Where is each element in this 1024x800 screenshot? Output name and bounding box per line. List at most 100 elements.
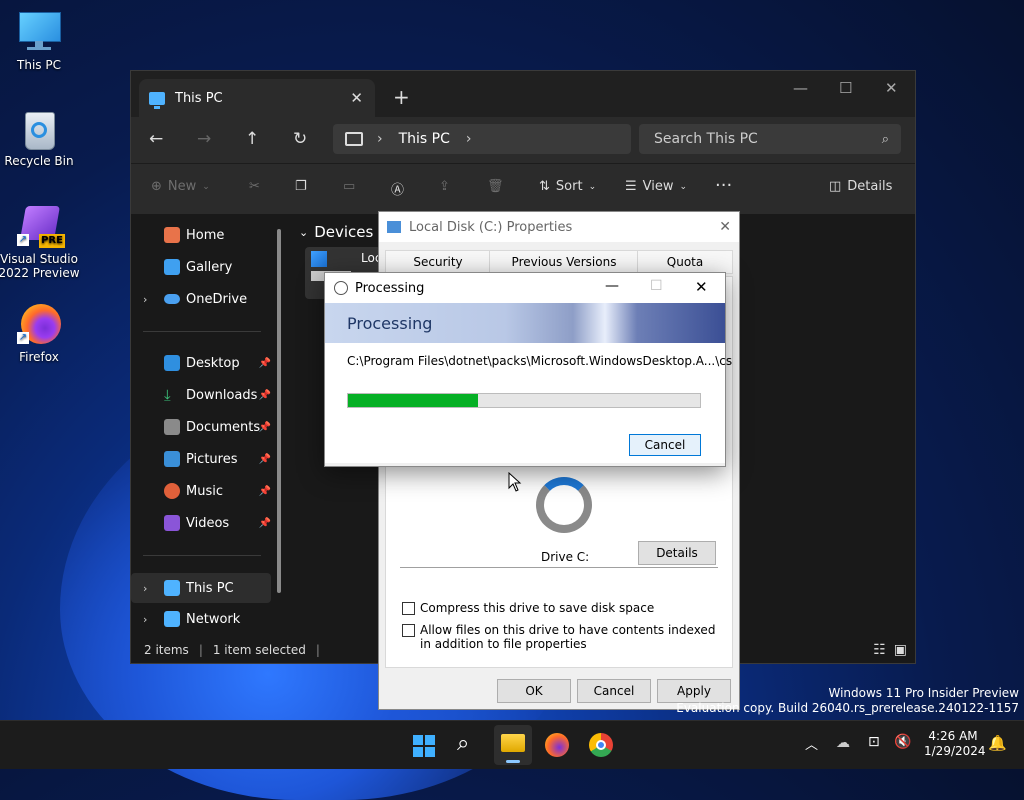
sidebar-item-pictures[interactable]: Pictures 📌 (131, 445, 271, 473)
address-bar[interactable]: › This PC › (333, 124, 631, 154)
chevron-up-icon[interactable]: ︿ (805, 734, 818, 753)
paste-icon[interactable]: ▭ (343, 179, 355, 194)
maximize-icon[interactable]: ☐ (839, 79, 852, 97)
taskbar-chrome-icon[interactable] (589, 733, 613, 757)
sidebar-item-home[interactable]: Home (131, 221, 271, 249)
cancel-button[interactable]: Cancel (629, 434, 701, 456)
sidebar-item-onedrive[interactable]: › OneDrive (131, 285, 271, 313)
desktop-folder-icon (164, 355, 180, 371)
tab-previous-versions[interactable]: Previous Versions (489, 250, 639, 274)
sidebar-item-label: Home (186, 227, 225, 243)
checkbox-box[interactable] (402, 624, 415, 637)
search-icon[interactable]: ⌕ (457, 731, 469, 756)
tab-security[interactable]: Security (385, 250, 491, 274)
shortcut-arrow-icon: ↗ (17, 234, 29, 246)
cut-icon[interactable]: ✂ (249, 179, 260, 194)
maximize-icon[interactable]: ☐ (650, 278, 663, 294)
chevron-right-icon[interactable]: › (143, 293, 147, 306)
more-options-icon[interactable]: ··· (715, 175, 732, 196)
cloud-icon (164, 294, 180, 304)
clock[interactable]: 4:26 AM 1/29/2024 (924, 729, 986, 759)
compress-drive-checkbox[interactable]: Compress this drive to save disk space (402, 601, 654, 615)
chevron-right-icon[interactable]: › (143, 613, 147, 626)
sidebar-item-label: This PC (186, 580, 234, 596)
sort-button[interactable]: ⇅ Sort ⌄ (539, 179, 596, 194)
dialog-title: Local Disk (C:) Properties (409, 219, 573, 235)
notification-bell-icon[interactable]: 🔔 (988, 734, 1007, 752)
sidebar-item-videos[interactable]: Videos 📌 (131, 509, 271, 537)
copy-icon[interactable]: ❐ (295, 179, 307, 194)
chevron-right-icon[interactable]: › (466, 131, 472, 147)
sidebar-item-label: Pictures (186, 451, 238, 467)
shortcut-arrow-icon: ↗ (17, 332, 29, 344)
share-icon[interactable]: ⇪ (439, 179, 450, 194)
pin-icon[interactable]: 📌 (259, 454, 271, 465)
index-contents-checkbox[interactable]: Allow files on this drive to have conten… (402, 623, 720, 651)
pin-icon[interactable]: 📌 (259, 422, 271, 433)
rename-icon[interactable]: Ⓐ (391, 179, 404, 198)
network-icon[interactable]: ⊡ (868, 734, 880, 750)
sidebar-item-label: Music (186, 483, 223, 499)
new-button[interactable]: ⊕ New ⌄ (151, 179, 210, 194)
details-label: Details (847, 179, 893, 194)
breadcrumb-this-pc[interactable]: This PC (399, 131, 450, 147)
back-arrow-icon[interactable]: ← (149, 129, 163, 149)
forward-arrow-icon[interactable]: → (197, 129, 211, 149)
drive-caption: Drive C: (541, 550, 590, 564)
close-window-icon[interactable]: ✕ (885, 79, 898, 97)
desktop-icon-recycle-bin[interactable]: Recycle Bin (0, 106, 84, 168)
pin-icon[interactable]: 📌 (259, 518, 271, 529)
taskbar-file-explorer[interactable] (494, 725, 532, 765)
start-icon[interactable] (413, 735, 435, 757)
pin-icon[interactable]: 📌 (259, 486, 271, 497)
tab-quota[interactable]: Quota (637, 250, 733, 274)
sidebar-divider (143, 331, 261, 332)
taskbar-firefox-icon[interactable] (545, 733, 569, 757)
search-icon: ⌕ (881, 131, 889, 147)
refresh-icon[interactable]: ↻ (293, 129, 307, 149)
pin-icon[interactable]: 📌 (259, 390, 271, 401)
recycle-bin-icon (17, 106, 61, 150)
clock-icon (334, 281, 348, 295)
close-tab-icon[interactable]: ✕ (350, 89, 363, 107)
close-icon[interactable]: ✕ (695, 278, 708, 296)
minimize-icon[interactable]: — (605, 278, 619, 294)
sidebar-item-music[interactable]: Music 📌 (131, 477, 271, 505)
item-count: 2 items (144, 643, 189, 657)
processing-titlebar: Processing — ☐ ✕ (325, 273, 725, 303)
sidebar-item-network[interactable]: › Network (131, 605, 271, 633)
desktop-icon-firefox[interactable]: ↗ Firefox (0, 302, 84, 364)
cancel-button[interactable]: Cancel (577, 679, 651, 703)
tab-this-pc[interactable]: This PC ✕ (139, 79, 375, 117)
new-tab-icon[interactable]: + (393, 85, 410, 109)
sidebar-item-downloads[interactable]: ⤓ Downloads 📌 (131, 381, 271, 409)
disk-usage-pie (536, 477, 592, 533)
volume-muted-icon[interactable]: 🔇 (894, 734, 911, 750)
tiles-view-icon[interactable]: ▣ (894, 642, 907, 658)
cloud-offline-icon[interactable]: ☁ (836, 735, 850, 751)
view-button[interactable]: ☰ View ⌄ (625, 179, 687, 194)
desktop-icon-label: Recycle Bin (4, 154, 74, 168)
up-arrow-icon[interactable]: ↑ (245, 129, 259, 149)
sidebar-scrollbar[interactable] (277, 229, 281, 593)
search-input[interactable]: Search This PC ⌕ (639, 124, 901, 154)
sidebar-item-desktop[interactable]: Desktop 📌 (131, 349, 271, 377)
separator (400, 567, 718, 568)
minimize-icon[interactable]: — (793, 79, 808, 97)
details-pane-icon: ◫ (829, 179, 842, 194)
sidebar-item-documents[interactable]: Documents 📌 (131, 413, 271, 441)
close-icon[interactable]: ✕ (719, 219, 731, 235)
details-button[interactable]: Details (638, 541, 716, 565)
desktop-icon-this-pc[interactable]: This PC (0, 10, 84, 72)
delete-icon[interactable]: 🗑 (487, 179, 504, 194)
ok-button[interactable]: OK (497, 679, 571, 703)
details-pane-button[interactable]: ◫ Details (829, 179, 892, 194)
chevron-right-icon[interactable]: › (143, 582, 147, 595)
details-view-icon[interactable]: ☷ (873, 642, 886, 658)
desktop-icon-label: Firefox (19, 350, 59, 364)
sidebar-item-this-pc[interactable]: › This PC (131, 573, 271, 603)
desktop-icon-visual-studio[interactable]: PRE ↗ Visual Studio 2022 Preview (0, 204, 84, 280)
checkbox-box[interactable] (402, 602, 415, 615)
pin-icon[interactable]: 📌 (259, 358, 271, 369)
sidebar-item-gallery[interactable]: Gallery (131, 253, 271, 281)
